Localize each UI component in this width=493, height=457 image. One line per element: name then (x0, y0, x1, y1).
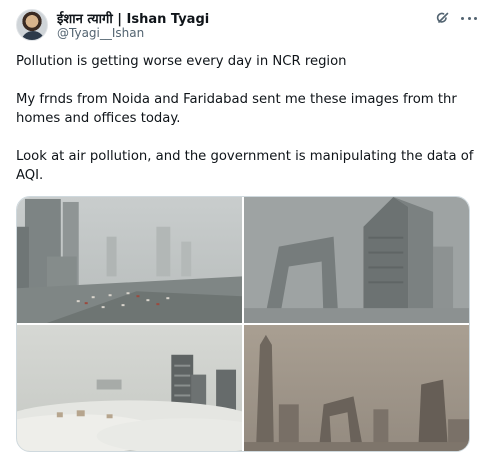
fog-highrise-image (17, 325, 242, 451)
author-name-row[interactable]: ईशान त्यागी | Ishan Tyagi (57, 9, 209, 27)
tweet-header-actions (435, 10, 477, 26)
more-horizontal-icon[interactable] (461, 10, 477, 26)
tweet-text: Pollution is getting worse every day in … (16, 52, 478, 185)
media-image-3[interactable] (17, 325, 242, 451)
author-display-name[interactable]: ईशान त्यागी | Ishan Tyagi (57, 9, 209, 27)
tweet-paragraph: Pollution is getting worse every day in … (16, 54, 347, 69)
tweet-card[interactable]: ईशान त्यागी | Ishan Tyagi @Tyagi__Ishan … (0, 0, 493, 457)
tweet-paragraph: My frnds from Noida and Faridabad sent m… (16, 92, 461, 126)
smog-city-highway-image (17, 197, 242, 323)
media-image-1[interactable] (17, 197, 242, 323)
media-image-2[interactable] (244, 197, 469, 323)
media-image-4[interactable] (244, 325, 469, 451)
media-grid (16, 196, 470, 452)
tweet-paragraph: Look at air pollution, and the governmen… (16, 149, 478, 183)
grok-icon[interactable] (435, 10, 451, 26)
author-avatar[interactable] (16, 9, 48, 41)
smog-loop-tower-image (244, 197, 469, 323)
author-handle[interactable]: @Tyagi__Ishan (57, 26, 144, 40)
dust-haze-skyline-image (244, 325, 469, 451)
